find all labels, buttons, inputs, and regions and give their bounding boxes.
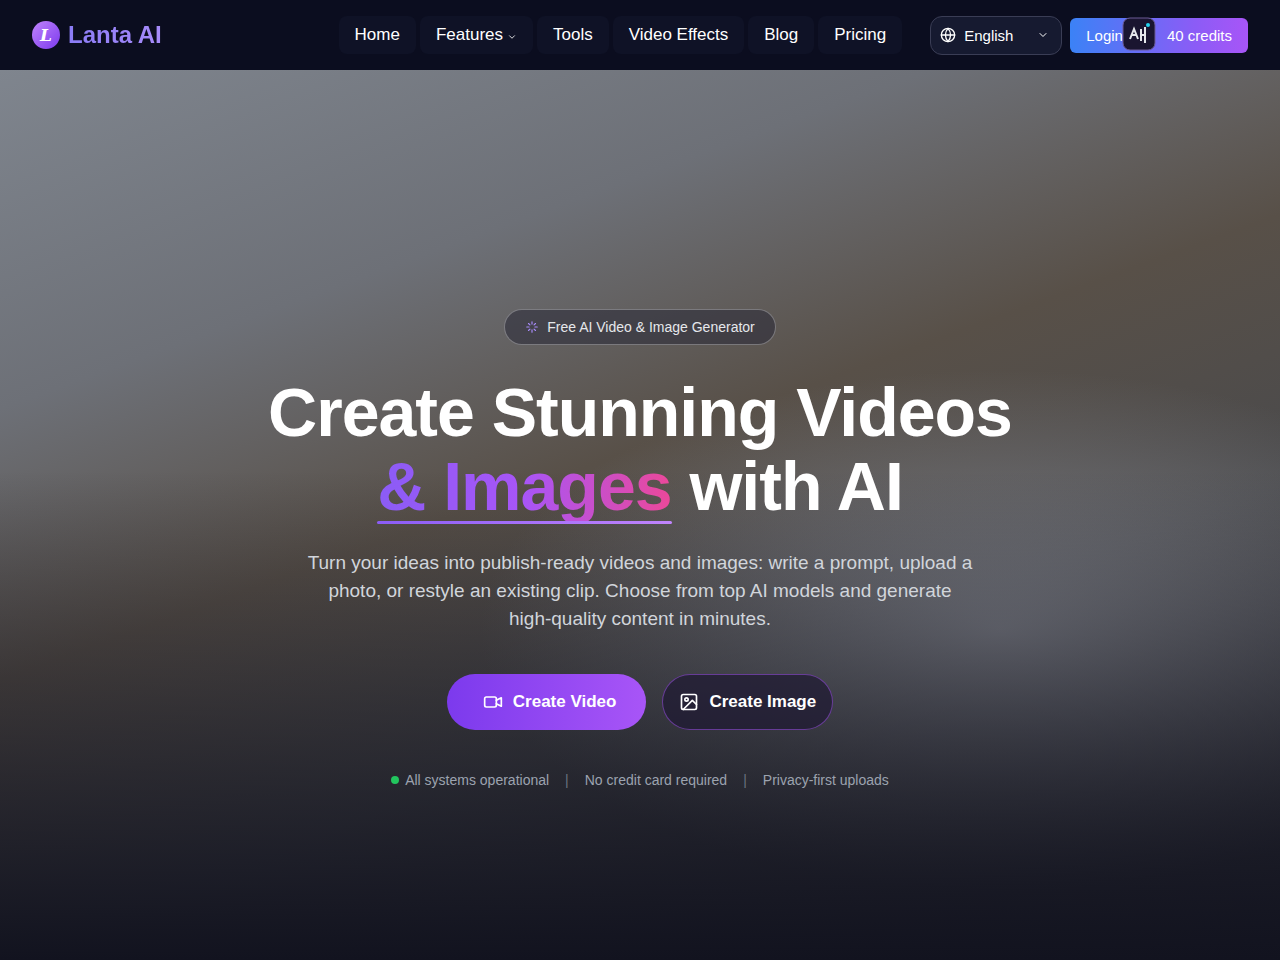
top-nav-bar: L Lanta AI Home Features Tools Video Effects B… xyxy=(0,0,1280,70)
sparkle-icon xyxy=(525,320,539,334)
status-dot xyxy=(391,776,399,784)
header-actions: English Login 40 credits xyxy=(930,16,1248,55)
language-select[interactable]: English xyxy=(930,16,1062,55)
hero-buttons: Create Video Create Image xyxy=(447,674,833,730)
trust-label: All systems operational xyxy=(405,772,549,788)
logo-mark: L xyxy=(32,21,60,49)
nav-label: Tools xyxy=(553,25,593,45)
button-label: Create Video xyxy=(513,692,617,712)
separator: | xyxy=(743,772,747,788)
hero-content: Free AI Video & Image Generator Create St… xyxy=(0,70,1280,788)
hero-section: Free AI Video & Image Generator Create St… xyxy=(0,70,1280,960)
logo[interactable]: L Lanta AI xyxy=(32,21,162,49)
nav-item[interactable]: Pricing xyxy=(818,16,902,54)
logo-text: Lanta AI xyxy=(68,21,162,49)
globe-icon xyxy=(940,27,956,43)
nav-item[interactable]: Home xyxy=(339,16,416,54)
chevron-down-icon xyxy=(1037,29,1049,41)
nav-item[interactable]: Tools xyxy=(537,16,609,54)
hero-badge: Free AI Video & Image Generator xyxy=(504,309,776,345)
trust-label: No credit card required xyxy=(585,772,727,788)
create-video-button[interactable]: Create Video xyxy=(447,674,647,730)
highlight-underline xyxy=(377,521,671,524)
nav-label: Blog xyxy=(764,25,798,45)
separator: | xyxy=(565,772,569,788)
image-icon xyxy=(679,692,699,712)
chevron-down-icon xyxy=(507,32,517,42)
language-label: English xyxy=(964,27,1013,44)
trust-item: All systems operational xyxy=(391,772,549,788)
nav-label: Home xyxy=(355,25,400,45)
login-button[interactable]: Login 40 credits xyxy=(1070,18,1248,53)
nav-label: Features xyxy=(436,25,503,45)
video-camera-icon xyxy=(483,692,503,712)
watermark-icon xyxy=(1122,17,1156,51)
nav-item[interactable]: Blog xyxy=(748,16,814,54)
trust-line: All systems operational | No credit card r… xyxy=(391,772,889,788)
trust-item: Privacy-first uploads xyxy=(763,772,889,788)
hero-subtitle: Turn your ideas into publish-ready video… xyxy=(305,549,975,633)
nav-item[interactable]: Features xyxy=(420,16,533,54)
badge-label: Free AI Video & Image Generator xyxy=(547,319,755,335)
title-highlight: & Images xyxy=(377,448,671,524)
credits-label: 40 credits xyxy=(1167,27,1232,44)
login-label: Login xyxy=(1086,27,1123,44)
nav-item[interactable]: Video Effects xyxy=(613,16,745,54)
nav-label: Video Effects xyxy=(629,25,729,45)
title-highlight-wrap: & Images xyxy=(377,449,671,523)
button-label: Create Image xyxy=(709,692,816,712)
main-nav: Home Features Tools Video Effects Blog Pricin… xyxy=(339,16,903,54)
nav-label: Pricing xyxy=(834,25,886,45)
hero-title: Create Stunning Videos& Images with AI xyxy=(268,375,1012,523)
title-line: Create Stunning Videos xyxy=(268,374,1012,450)
title-rest: with AI xyxy=(689,448,902,524)
trust-item: No credit card required xyxy=(585,772,727,788)
create-image-button[interactable]: Create Image xyxy=(662,674,833,730)
trust-label: Privacy-first uploads xyxy=(763,772,889,788)
